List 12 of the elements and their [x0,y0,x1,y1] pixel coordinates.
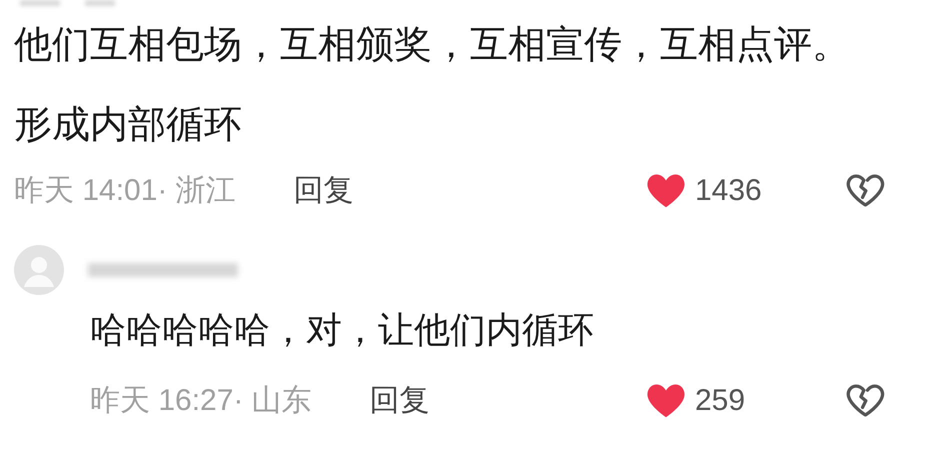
broken-heart-icon[interactable] [845,172,885,208]
redacted-name [85,0,115,6]
reply-button[interactable]: 回复 [370,378,430,422]
comment-time: 昨天 14:01· 浙江 [14,172,236,208]
comment-text: 他们互相包场，互相颁奖，互相宣传，互相点评。形成内部循环 [14,23,851,148]
broken-heart-icon[interactable] [845,382,885,418]
comment-time: 昨天 16:27· 山东 [90,382,312,418]
like-count: 259 [695,382,746,418]
redacted-name [20,0,60,6]
comment-text: 哈哈哈哈哈，对，让他们内循环 [89,308,595,352]
reply-button[interactable]: 回复 [294,168,354,212]
like-count: 1436 [695,172,762,208]
